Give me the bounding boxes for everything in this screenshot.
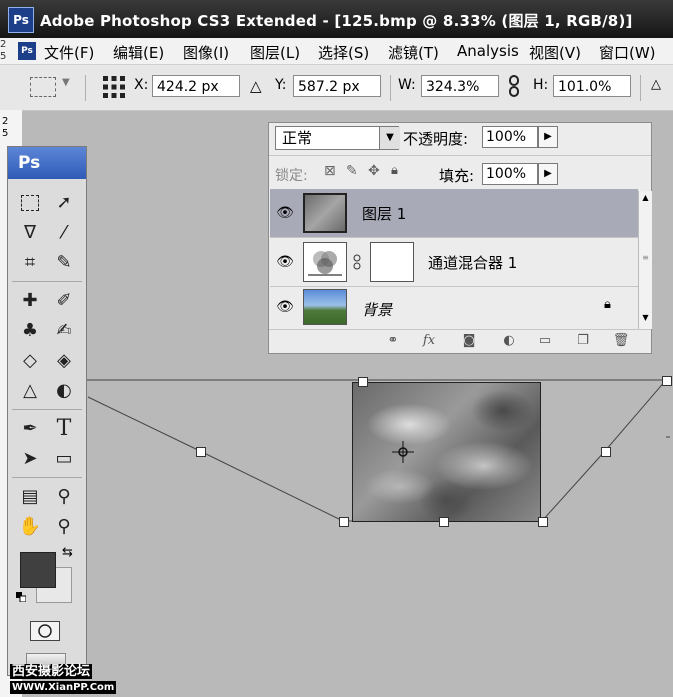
layers-footer: ⚭ fx ◙ ◐ ▭ ❐ 🗑︎ <box>269 329 651 354</box>
lock-label: 锁定: <box>275 168 308 184</box>
add-mask-icon[interactable]: ◙ <box>459 332 479 350</box>
fill-field[interactable]: 100% <box>482 163 538 185</box>
transform-handle[interactable] <box>439 517 449 527</box>
lock-transparent-icon[interactable]: ⊠ <box>324 163 336 179</box>
dodge-tool-icon[interactable]: ◐ <box>50 377 78 405</box>
adjustment-layer-icon <box>303 242 347 282</box>
brush-tool-icon[interactable]: ✐ <box>50 287 78 315</box>
transform-handle[interactable] <box>662 376 672 386</box>
swap-colors-icon[interactable]: ⇆ <box>62 545 73 560</box>
layer-thumbnail <box>303 289 347 325</box>
transform-handle[interactable] <box>358 377 368 387</box>
layer-name: 背景 <box>362 301 393 319</box>
sharpen-tool-icon[interactable]: △ <box>16 377 44 405</box>
watermark-url: WWW.XianPP.Com <box>10 681 117 694</box>
layer-name: 图层 1 <box>362 205 407 223</box>
new-layer-icon[interactable]: ❐ <box>573 332 593 350</box>
lock-icon: 🔒︎ <box>604 297 611 312</box>
layers-scrollbar[interactable]: ▲ ≡ ▼ <box>638 191 652 329</box>
fill-label: 填充: <box>439 167 475 185</box>
transform-handle[interactable] <box>339 517 349 527</box>
type-tool-icon[interactable]: T <box>50 415 78 443</box>
scroll-down-icon[interactable]: ▼ <box>640 311 651 325</box>
lasso-tool-icon[interactable]: ᐁ <box>16 219 44 247</box>
hand-tool-icon[interactable]: ✋ <box>16 513 44 541</box>
opacity-label: 不透明度: <box>403 130 469 148</box>
transform-handle[interactable] <box>196 447 206 457</box>
toolbox-header: Ps <box>8 147 86 179</box>
layer-style-icon[interactable]: fx <box>419 332 439 350</box>
lock-pixels-icon[interactable]: ✎ <box>346 163 358 179</box>
paint-bucket-tool-icon[interactable]: ◈ <box>50 347 78 375</box>
pen-tool-icon[interactable]: ✒ <box>16 415 44 443</box>
divider <box>269 155 651 156</box>
toolbox-divider <box>12 281 82 282</box>
toolbox-divider <box>12 477 82 478</box>
path-selection-tool-icon[interactable]: ➤ <box>16 445 44 473</box>
opacity-field[interactable]: 100% <box>482 126 538 148</box>
eye-icon[interactable]: 👁︎ <box>274 297 296 317</box>
clone-stamp-tool-icon[interactable]: ♣ <box>16 317 44 345</box>
transform-handle[interactable] <box>601 447 611 457</box>
toolbox: Ps ➚ ᐁ ⁄ ⌗ ✎ ✚ ✐ ♣ ✍ ◇ ◈ △ ◐ ✒ T ➤ ▭ ▤ ⚲… <box>7 146 87 676</box>
scroll-up-icon[interactable]: ▲ <box>640 191 651 205</box>
notes-tool-icon[interactable]: ▤ <box>16 483 44 511</box>
cloud-layer-image[interactable] <box>352 382 541 522</box>
eye-icon[interactable]: 👁︎ <box>274 203 296 223</box>
watermark-text: 西安摄影论坛 <box>10 664 93 679</box>
scroll-grip-icon[interactable]: ≡ <box>640 253 651 263</box>
move-tool-icon[interactable]: ➚ <box>50 189 78 217</box>
history-brush-tool-icon[interactable]: ✍ <box>50 317 78 345</box>
quick-mask-icon[interactable] <box>30 621 60 641</box>
eyedropper-tool-icon[interactable]: ⚲ <box>50 483 78 511</box>
blend-mode-value: 正常 <box>282 129 313 147</box>
new-group-icon[interactable]: ▭ <box>535 332 555 350</box>
layer-mask-thumbnail[interactable] <box>370 242 414 282</box>
layer-row-background[interactable]: 👁︎ 背景 🔒︎ <box>270 287 638 330</box>
opacity-slider-arrow-icon[interactable]: ▶ <box>538 126 558 148</box>
layer-row-channel-mixer[interactable]: 👁︎ 通道混合器 1 <box>270 238 638 287</box>
center-point-icon[interactable] <box>392 441 414 463</box>
eye-icon[interactable]: 👁︎ <box>274 252 296 272</box>
slice-tool-icon[interactable]: ✎ <box>50 249 78 277</box>
lock-all-icon[interactable]: 🔒︎ <box>391 163 398 178</box>
default-colors-icon[interactable] <box>16 591 27 603</box>
link-layers-icon[interactable]: ⚭ <box>383 332 403 350</box>
adjustment-layer-icon[interactable]: ◐ <box>499 332 519 350</box>
chevron-down-icon[interactable]: ▼ <box>379 127 400 149</box>
rectangle-tool-icon[interactable]: ▭ <box>50 445 78 473</box>
crop-tool-icon[interactable]: ⌗ <box>16 249 44 277</box>
layer-name: 通道混合器 1 <box>428 254 518 272</box>
healing-brush-tool-icon[interactable]: ✚ <box>16 287 44 315</box>
layer-row-layer1[interactable]: 👁︎ 图层 1 <box>270 189 638 238</box>
eraser-tool-icon[interactable]: ◇ <box>16 347 44 375</box>
chain-link-icon[interactable] <box>353 254 361 270</box>
layers-panel: 正常 ▼ 不透明度: 100% ▶ 锁定: ⊠ ✎ ✥ 🔒︎ 填充: 100% … <box>268 122 652 354</box>
zoom-tool-icon[interactable]: ⚲ <box>50 513 78 541</box>
lock-position-icon[interactable]: ✥ <box>368 163 380 179</box>
toolbox-divider <box>12 409 82 410</box>
layer-thumbnail <box>303 193 347 233</box>
trash-icon[interactable]: 🗑︎ <box>611 332 631 350</box>
magic-wand-tool-icon[interactable]: ⁄ <box>50 219 78 247</box>
transform-handle[interactable] <box>538 517 548 527</box>
marquee-tool-icon[interactable] <box>16 189 44 217</box>
foreground-color-swatch[interactable] <box>20 552 56 588</box>
fill-slider-arrow-icon[interactable]: ▶ <box>538 163 558 185</box>
